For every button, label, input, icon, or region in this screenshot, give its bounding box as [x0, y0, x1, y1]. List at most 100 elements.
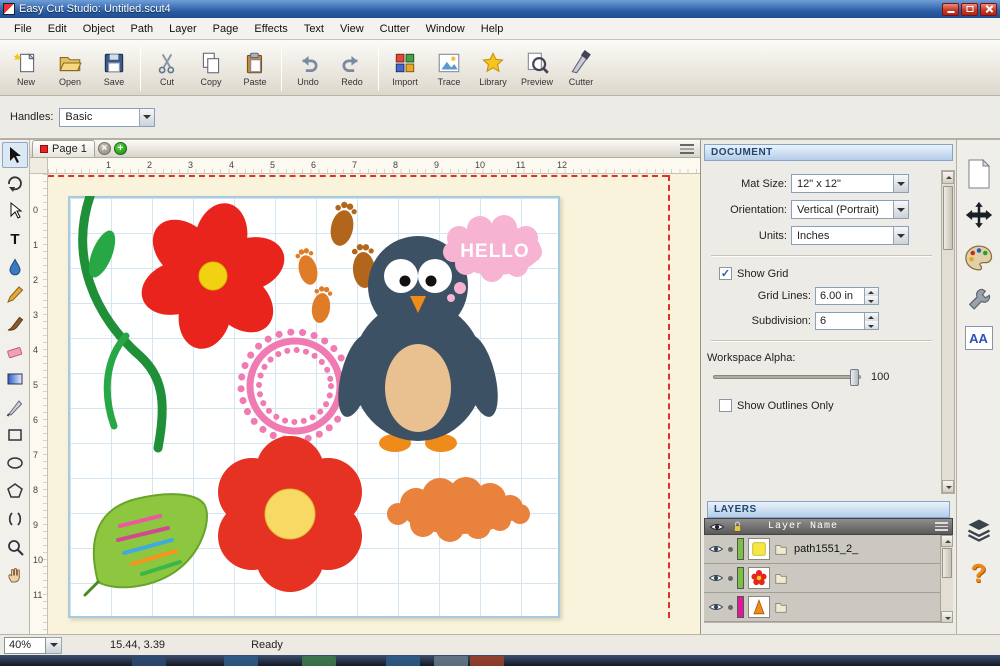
tool-rotate[interactable] — [2, 170, 28, 196]
spin-down-icon[interactable] — [864, 296, 878, 304]
eye-icon[interactable] — [708, 572, 724, 584]
scroll-up-icon[interactable] — [942, 171, 954, 184]
art-footprints-brown[interactable] — [327, 200, 376, 289]
layer-row[interactable] — [704, 593, 953, 622]
close-button[interactable] — [980, 3, 997, 16]
tool-ellipse[interactable] — [2, 450, 28, 476]
workspace-viewport[interactable]: 01234567891011 — [30, 174, 700, 634]
art-leaf[interactable] — [85, 494, 207, 595]
fonts-icon[interactable]: AA — [965, 326, 993, 350]
menu-cutter[interactable]: Cutter — [372, 20, 418, 38]
subdivision-input[interactable]: 6 — [815, 312, 879, 330]
layer-color-bar[interactable] — [737, 596, 744, 618]
layer-color-bar[interactable] — [737, 538, 744, 560]
menu-help[interactable]: Help — [473, 20, 512, 38]
spin-down-icon[interactable] — [864, 321, 878, 329]
minimize-button[interactable] — [942, 3, 959, 16]
show-grid-checkbox[interactable]: ✓ — [719, 267, 732, 280]
menu-effects[interactable]: Effects — [246, 20, 295, 38]
new-button[interactable]: New — [4, 44, 48, 94]
layer-row[interactable] — [704, 564, 953, 593]
menu-file[interactable]: File — [6, 20, 40, 38]
taskbar-icon[interactable] — [386, 656, 420, 666]
cutter-button[interactable]: Cutter — [559, 44, 603, 94]
transform-icon[interactable] — [964, 200, 994, 233]
art-footprints-orange[interactable] — [294, 247, 333, 324]
grid-lines-input[interactable]: 6.00 in — [815, 287, 879, 305]
zoom-level[interactable]: 40% — [4, 637, 46, 654]
tool-arc[interactable] — [2, 506, 28, 532]
lock-icon[interactable] — [731, 520, 744, 533]
units-select[interactable]: Inches — [791, 226, 909, 245]
tool-node-edit[interactable] — [2, 198, 28, 224]
spin-up-icon[interactable] — [864, 313, 878, 321]
zoom-dropdown-icon[interactable] — [46, 637, 62, 654]
menu-edit[interactable]: Edit — [40, 20, 75, 38]
tool-polygon[interactable] — [2, 478, 28, 504]
spin-up-icon[interactable] — [864, 288, 878, 296]
eye-icon[interactable] — [709, 521, 725, 533]
paste-button[interactable]: Paste — [233, 44, 277, 94]
canvas-artwork[interactable]: HELLO — [68, 196, 560, 618]
layer-color-bar[interactable] — [737, 567, 744, 589]
menu-path[interactable]: Path — [123, 20, 162, 38]
eye-icon[interactable] — [708, 543, 724, 555]
art-hello-bubble[interactable]: HELLO — [443, 215, 542, 302]
show-outlines-checkbox[interactable] — [719, 399, 732, 412]
taskbar-icon[interactable] — [434, 656, 468, 666]
menu-view[interactable]: View — [332, 20, 372, 38]
eye-icon[interactable] — [708, 601, 724, 613]
tool-gradient[interactable] — [2, 366, 28, 392]
scroll-down-icon[interactable] — [942, 480, 954, 493]
tool-rectangle[interactable] — [2, 422, 28, 448]
add-page-button[interactable]: + — [114, 142, 127, 155]
palette-icon[interactable] — [964, 244, 994, 275]
taskbar-icon[interactable] — [132, 656, 166, 666]
page-menu-icon[interactable] — [680, 144, 694, 154]
art-orange-cloud[interactable] — [387, 477, 530, 542]
close-page-button[interactable]: × — [98, 142, 111, 155]
scroll-thumb[interactable] — [943, 186, 953, 250]
art-scallop-wreath[interactable] — [241, 332, 349, 440]
taskbar-icon[interactable] — [470, 656, 504, 666]
taskbar-icon[interactable] — [224, 656, 258, 666]
copy-button[interactable]: Copy — [189, 44, 233, 94]
tool-knife[interactable] — [2, 394, 28, 420]
panel-scrollbar[interactable] — [941, 170, 955, 494]
document-panel-header[interactable]: DOCUMENT — [704, 144, 953, 161]
scroll-thumb[interactable] — [942, 548, 952, 578]
scroll-down-icon[interactable] — [941, 611, 953, 623]
open-button[interactable]: Open — [48, 44, 92, 94]
wrench-icon[interactable] — [965, 286, 993, 317]
menu-object[interactable]: Object — [75, 20, 123, 38]
scroll-up-icon[interactable] — [941, 535, 953, 547]
tool-select[interactable] — [2, 142, 28, 168]
help-icon[interactable]: ? — [971, 558, 987, 589]
layers-menu-icon[interactable] — [935, 522, 948, 531]
layer-thumbnail[interactable] — [748, 538, 770, 560]
tool-zoom[interactable] — [2, 534, 28, 560]
tab-page-1[interactable]: Page 1 — [32, 140, 95, 157]
menu-window[interactable]: Window — [418, 20, 473, 38]
layers-panel-header[interactable]: LAYERS — [707, 501, 950, 518]
preview-button[interactable]: Preview — [515, 44, 559, 94]
redo-button[interactable]: Redo — [330, 44, 374, 94]
layer-thumbnail[interactable] — [748, 567, 770, 589]
cut-button[interactable]: Cut — [145, 44, 189, 94]
tool-brush[interactable] — [2, 310, 28, 336]
layer-row[interactable]: path1551_2_ — [704, 535, 953, 564]
tool-pencil[interactable] — [2, 282, 28, 308]
menu-page[interactable]: Page — [205, 20, 247, 38]
menu-layer[interactable]: Layer — [161, 20, 205, 38]
mat-size-select[interactable]: 12" x 12" — [791, 174, 909, 193]
workspace-alpha-slider[interactable] — [713, 375, 861, 379]
tool-pan[interactable] — [2, 562, 28, 588]
maximize-button[interactable] — [961, 3, 978, 16]
layer-name[interactable]: path1551_2_ — [794, 543, 858, 555]
art-vine[interactable] — [83, 196, 163, 448]
layer-thumbnail[interactable] — [748, 596, 770, 618]
import-button[interactable]: Import — [383, 44, 427, 94]
layers-icon[interactable] — [964, 516, 994, 547]
art-red-flower-top[interactable] — [135, 198, 292, 354]
handles-select[interactable]: Basic — [59, 108, 155, 127]
